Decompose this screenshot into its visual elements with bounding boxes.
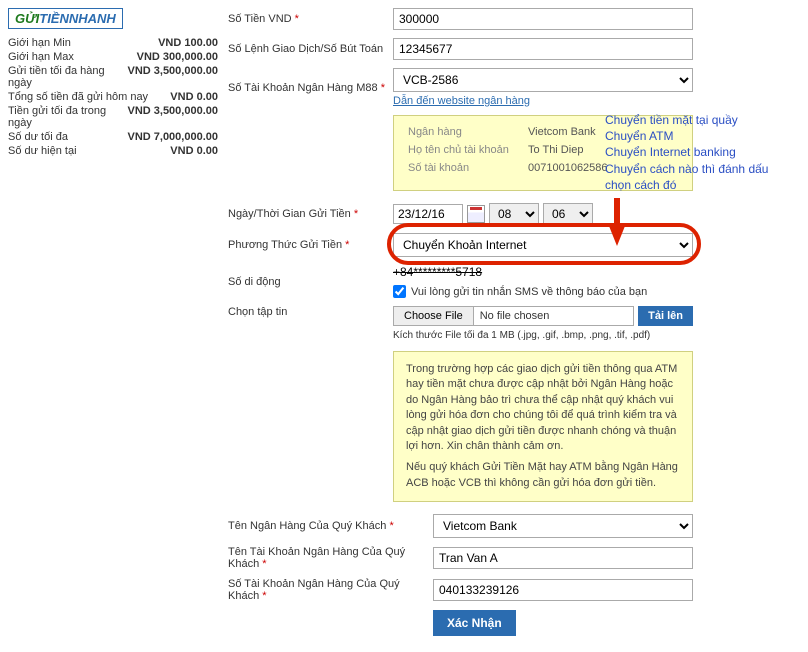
file-label: Chọn tập tin: [228, 306, 393, 318]
sms-checkbox[interactable]: [393, 285, 406, 298]
annotation-text: Chuyển tiền mặt tại quầy Chuyển ATM Chuy…: [605, 112, 790, 193]
cust-name-label: Tên Tài Khoản Ngân Hàng Của Quý Khách *: [228, 546, 433, 570]
date-input[interactable]: [393, 204, 463, 224]
annotation-arrow: [614, 198, 620, 228]
mobile-label: Số di động: [228, 276, 393, 288]
bankbox-accno-value: 0071001062586: [528, 162, 608, 174]
notice-box: Trong trường hợp các giao dịch gửi tiền …: [393, 351, 693, 502]
cust-bank-label: Tên Ngân Hàng Của Quý Khách *: [228, 520, 433, 532]
hour-select[interactable]: 08: [489, 203, 539, 225]
calendar-icon[interactable]: [467, 205, 485, 223]
sms-label: Vui lòng gửi tin nhắn SMS về thông báo c…: [411, 286, 647, 298]
annotation-arrow-head: [609, 226, 625, 246]
amount-label: Số Tiền VND *: [228, 13, 393, 25]
bankacc-label: Số Tài Khoản Ngân Hàng M88 *: [228, 82, 393, 94]
file-hint: Kích thước File tối đa 1 MB (.jpg, .gif,…: [393, 330, 800, 341]
amount-input[interactable]: [393, 8, 693, 30]
method-select[interactable]: Chuyển Khoản Internet: [393, 233, 693, 257]
sidebar-limit-row: Giới hạn MaxVND 300,000.00: [8, 51, 218, 63]
bankacc-select[interactable]: VCB-2586: [393, 68, 693, 92]
bank-website-link[interactable]: Dẫn đến website ngân hàng: [393, 95, 530, 107]
method-label: Phương Thức Gửi Tiền *: [228, 239, 393, 251]
bankbox-holder-label: Họ tên chủ tài khoản: [408, 144, 528, 156]
file-chosen-text: No file chosen: [474, 307, 633, 325]
minute-select[interactable]: 06: [543, 203, 593, 225]
bankbox-bank-value: Vietcom Bank: [528, 126, 596, 138]
sidebar-limit-row: Giới hạn MinVND 100.00: [8, 37, 218, 49]
cust-acc-input[interactable]: [433, 579, 693, 601]
upload-button[interactable]: Tải lên: [638, 306, 693, 326]
txn-input[interactable]: [393, 38, 693, 60]
mobile-value: +84*********5718: [393, 265, 482, 279]
sidebar-limit-row: Số dư tối đaVND 7,000,000.00: [8, 131, 218, 143]
sidebar-limit-row: Tổng số tiền đã gửi hôm nayVND 0.00: [8, 91, 218, 103]
brand-logo: GỬITIỀNNHANH: [8, 8, 123, 29]
cust-name-input[interactable]: [433, 547, 693, 569]
bankbox-accno-label: Số tài khoản: [408, 162, 528, 174]
choose-file-button[interactable]: Choose File: [394, 307, 474, 325]
cust-bank-select[interactable]: Vietcom Bank: [433, 514, 693, 538]
txn-label: Số Lệnh Giao Dịch/Số Bút Toán: [228, 43, 393, 55]
sidebar-limit-row: Tiền gửi tối đa trong ngàyVND 3,500,000.…: [8, 105, 218, 129]
sidebar-limit-row: Gửi tiền tối đa hàng ngàyVND 3,500,000.0…: [8, 65, 218, 89]
datetime-label: Ngày/Thời Gian Gửi Tiền *: [228, 208, 393, 220]
submit-button[interactable]: Xác Nhận: [433, 610, 516, 636]
cust-acc-label: Số Tài Khoản Ngân Hàng Của Quý Khách *: [228, 578, 433, 602]
bankbox-bank-label: Ngân hàng: [408, 126, 528, 138]
sidebar-limit-row: Số dư hiện tạiVND 0.00: [8, 145, 218, 157]
bankbox-holder-value: To Thi Diep: [528, 144, 583, 156]
